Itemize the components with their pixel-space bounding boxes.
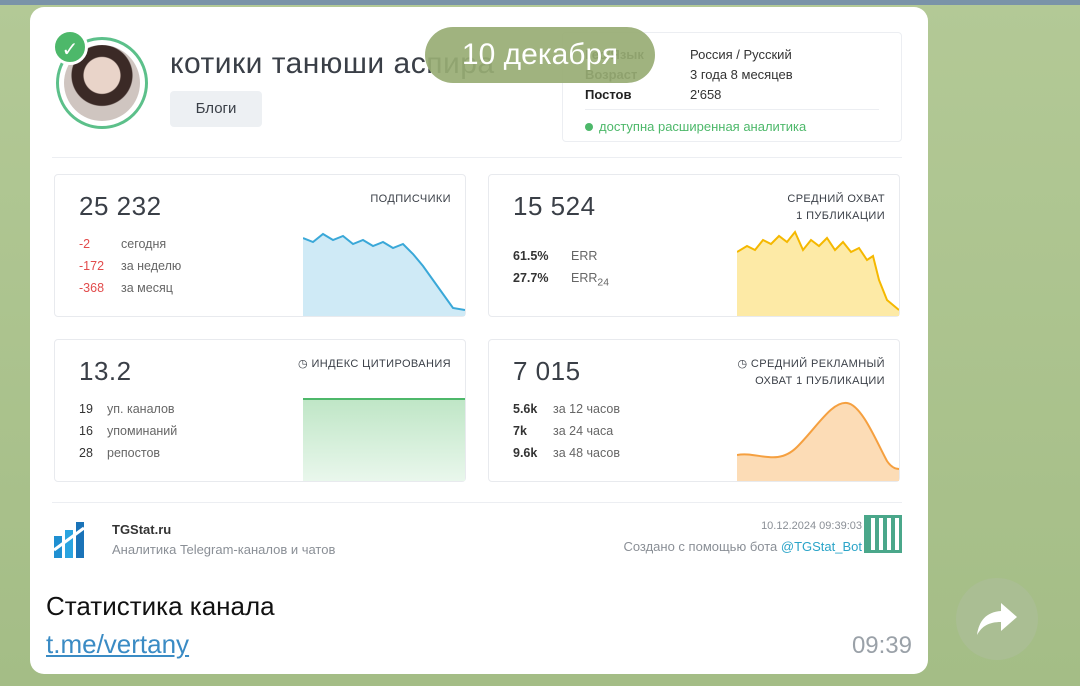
citation-sparkline xyxy=(303,398,465,481)
share-arrow-icon xyxy=(977,603,1017,635)
stat-row: -2 сегодня xyxy=(79,237,181,259)
ad-reach-title: ◷ СРЕДНИЙ РЕКЛАМНЫЙ ОХВАТ 1 ПУБЛИКАЦИИ xyxy=(737,356,885,390)
stat-row: 7k за 24 часа xyxy=(513,424,620,446)
stat-num: 7k xyxy=(513,424,527,438)
reach-value: 15 524 xyxy=(513,191,596,221)
stats-card-image[interactable]: ✓ котики танюши аспира Блоги Гео/Язык Ро… xyxy=(52,7,912,587)
citation-title-text: ИНДЕКС ЦИТИРОВАНИЯ xyxy=(311,358,451,370)
stat-label: ERR xyxy=(571,271,598,285)
stat-row: -172 за неделю xyxy=(79,259,181,281)
bot-link[interactable]: @TGStat_Bot xyxy=(781,539,862,554)
status-text: доступна расширенная аналитика xyxy=(599,119,807,134)
ad-reach-title-line: СРЕДНИЙ РЕКЛАМНЫЙ xyxy=(750,358,885,370)
stat-num: 5.6k xyxy=(513,402,538,416)
footer-created: Создано с помощью бота @TGStat_Bot xyxy=(623,539,862,554)
message-link[interactable]: t.me/vertany xyxy=(46,629,189,660)
citation-title: ◷ ИНДЕКС ЦИТИРОВАНИЯ xyxy=(298,356,451,373)
stat-row: 19 уп. каналов xyxy=(79,402,177,424)
divider xyxy=(52,502,902,503)
analytics-status: доступна расширенная аналитика xyxy=(585,119,806,134)
stat-label: ERR xyxy=(571,249,598,263)
stat-label: за месяц xyxy=(121,281,173,295)
footer-created-text: Создано с помощью бота xyxy=(623,539,778,554)
panel-subscribers: 25 232 ПОДПИСЧИКИ -2 сегодня -172 за недел… xyxy=(54,174,466,317)
qr-code-icon xyxy=(864,515,902,553)
tgstat-logo-icon xyxy=(54,522,85,558)
date-pill: 10 декабря xyxy=(425,27,655,83)
stat-label: за 48 часов xyxy=(553,446,620,460)
message-time: 09:39 xyxy=(851,632,912,659)
category-tag: Блоги xyxy=(170,91,262,127)
stat-num: 19 xyxy=(79,402,93,416)
info-value: Россия / Русский xyxy=(690,47,792,62)
stat-row: 16 упоминаний xyxy=(79,424,177,446)
reach-title: СРЕДНИЙ ОХВАТ 1 ПУБЛИКАЦИИ xyxy=(787,191,885,225)
stat-num: -368 xyxy=(79,281,105,295)
panel-ad-reach: 7 015 ◷ СРЕДНИЙ РЕКЛАМНЫЙ ОХВАТ 1 ПУБЛИК… xyxy=(488,339,900,482)
reach-title-line: 1 ПУБЛИКАЦИИ xyxy=(796,210,885,222)
stat-label: за неделю xyxy=(121,259,182,273)
top-bar xyxy=(0,0,1080,5)
panel-avg-reach: 15 524 СРЕДНИЙ ОХВАТ 1 ПУБЛИКАЦИИ 61.5% E… xyxy=(488,174,900,317)
panel-citation-index: 13.2 ◷ ИНДЕКС ЦИТИРОВАНИЯ 19 уп. каналов … xyxy=(54,339,466,482)
divider xyxy=(52,157,902,158)
footer-timestamp: 10.12.2024 09:39:03 xyxy=(761,520,862,532)
stat-label: за 24 часа xyxy=(553,424,614,438)
status-dot-icon xyxy=(585,123,593,131)
stat-row: 61.5% ERR xyxy=(513,249,609,271)
clock-icon: ◷ xyxy=(737,358,751,370)
stat-row: 27.7% ERR24 xyxy=(513,271,609,293)
stat-num: 61.5% xyxy=(513,249,549,263)
reach-title-line: СРЕДНИЙ ОХВАТ xyxy=(787,193,885,205)
stat-num: -172 xyxy=(79,259,105,273)
stat-label: уп. каналов xyxy=(107,402,175,416)
message-title: Статистика канала xyxy=(46,591,275,621)
info-key: Постов xyxy=(585,87,632,102)
stat-row: 9.6k за 48 часов xyxy=(513,446,620,468)
stat-row: -368 за месяц xyxy=(79,281,181,303)
message-bubble[interactable]: ✓ котики танюши аспира Блоги Гео/Язык Ро… xyxy=(30,7,928,674)
subscribers-sparkline xyxy=(303,232,465,316)
reach-sparkline xyxy=(737,230,899,316)
citation-value: 13.2 xyxy=(79,356,132,386)
stat-subscript: 24 xyxy=(597,277,609,289)
stat-num: 9.6k xyxy=(513,446,538,460)
stat-num: 27.7% xyxy=(513,271,549,285)
stat-label: за 12 часов xyxy=(553,402,620,416)
ad-reach-title-line: ОХВАТ 1 ПУБЛИКАЦИИ xyxy=(755,375,885,387)
stat-num: 16 xyxy=(79,424,93,438)
subscribers-value: 25 232 xyxy=(79,191,162,221)
info-value: 2'658 xyxy=(690,87,722,102)
footer-brand: TGStat.ru xyxy=(112,522,172,537)
info-value: 3 года 8 месяцев xyxy=(690,67,793,82)
stat-label: репостов xyxy=(107,446,161,460)
clock-icon: ◷ xyxy=(297,358,312,370)
stat-label: упоминаний xyxy=(107,424,178,438)
ad-reach-value: 7 015 xyxy=(513,356,581,386)
subscribers-title: ПОДПИСЧИКИ xyxy=(370,193,451,205)
stat-row: 28 репостов xyxy=(79,446,177,468)
check-badge-icon: ✓ xyxy=(52,29,88,65)
stat-num: 28 xyxy=(79,446,93,460)
stat-label: сегодня xyxy=(121,237,167,251)
share-button[interactable] xyxy=(956,578,1038,660)
divider xyxy=(585,109,879,110)
ad-reach-sparkline xyxy=(737,401,899,481)
stat-num: -2 xyxy=(79,237,91,251)
footer-subtitle: Аналитика Telegram-каналов и чатов xyxy=(112,542,336,557)
stat-row: 5.6k за 12 часов xyxy=(513,402,620,424)
